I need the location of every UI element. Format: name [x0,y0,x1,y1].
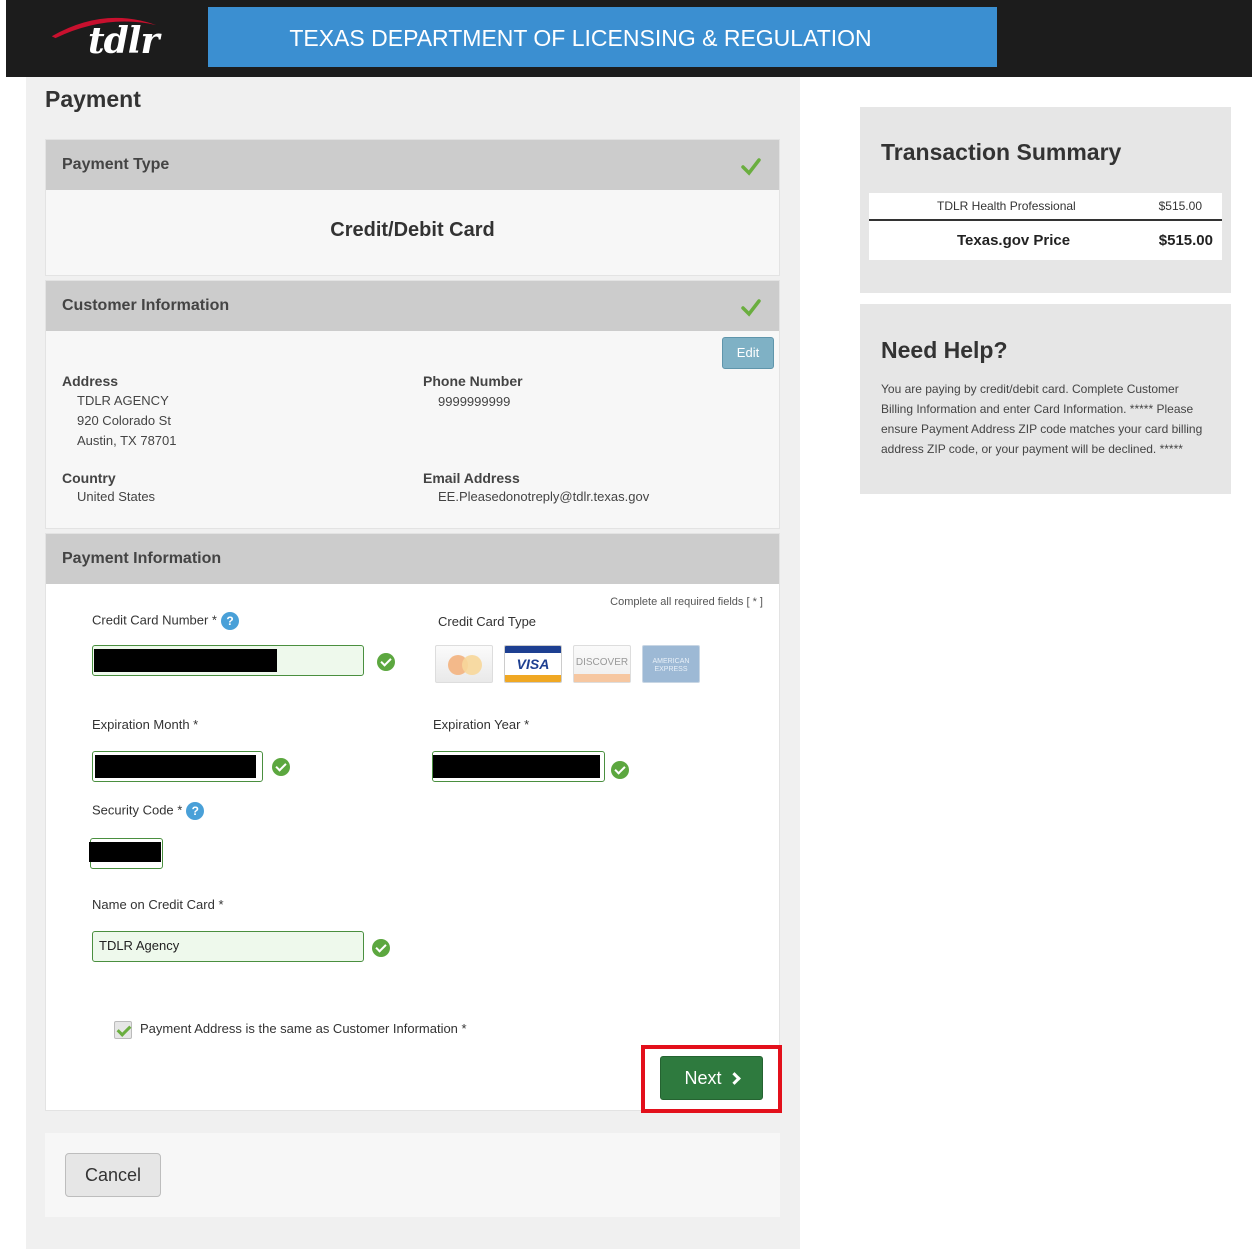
mastercard-icon[interactable] [435,645,493,683]
banner-title: TEXAS DEPARTMENT OF LICENSING & REGULATI… [289,25,872,51]
help-icon[interactable]: ? [186,802,205,820]
address-line: Austin, TX 78701 [77,433,177,448]
required-fields-note: Complete all required fields [ * ] [610,596,763,608]
tdlr-logo[interactable]: tdlr [51,14,188,66]
need-help-text: You are paying by credit/debit card. Com… [881,382,1203,456]
address-line: 920 Colorado St [77,413,171,428]
edit-button[interactable]: Edit [722,337,774,369]
transaction-summary-title: Transaction Summary [881,139,1122,165]
check-icon [741,299,761,317]
amex-icon[interactable]: AMERICAN EXPRESS [642,645,700,683]
line-item-amount: $515.00 [1158,199,1202,213]
summary-line-item: TDLR Health Professional $515.00 [869,193,1222,221]
email-label: Email Address [423,470,520,486]
exp-month-select[interactable] [92,751,263,782]
cancel-button[interactable]: Cancel [65,1153,161,1197]
exp-year-select[interactable] [432,751,605,782]
redacted-value [433,755,600,778]
summary-table: TDLR Health Professional $515.00 Texas.g… [869,193,1222,260]
payment-info-header[interactable]: Payment Information [46,534,779,584]
name-on-card-input[interactable]: TDLR Agency [92,931,364,962]
page-title: Payment [45,86,141,112]
payment-info-panel: Payment Information Complete all require… [45,533,780,1111]
valid-check-icon [272,758,290,776]
card-number-label: Credit Card Number *? [92,612,239,630]
country-label: Country [62,470,116,486]
country-value: United States [77,489,156,504]
logo-text: tdlr [88,20,159,62]
card-number-label-text: Credit Card Number * [92,612,217,628]
redacted-value [89,842,161,862]
name-on-card-value: TDLR Agency [99,938,180,953]
agency-banner: TEXAS DEPARTMENT OF LICENSING & REGULATI… [208,7,997,67]
customer-info-panel: Customer Information Edit Address TDLR A… [45,280,780,529]
valid-check-icon [372,939,390,957]
need-help-title: Need Help? [881,337,1008,363]
customer-info-heading: Customer Information [62,297,230,314]
valid-check-icon [611,761,629,779]
redacted-value [94,649,277,672]
payment-type-header[interactable]: Payment Type [46,140,779,190]
name-on-card-label: Name on Credit Card * [92,897,224,912]
address-line: TDLR AGENCY [77,393,169,408]
email-value: EE.Pleasedonotreply@tdlr.texas.gov [438,489,650,504]
security-code-input[interactable] [89,838,163,869]
payment-type-heading: Payment Type [62,156,170,173]
transaction-summary-panel: Transaction Summary TDLR Health Professi… [860,107,1231,293]
security-code-label: Security Code *? [92,802,205,820]
top-header: tdlr TEXAS DEPARTMENT OF LICENSING & REG… [6,0,1252,77]
amex-text: AMERICAN EXPRESS [652,658,690,673]
address-label: Address [62,373,119,389]
valid-check-icon [377,653,395,671]
need-help-panel: Need Help? You are paying by credit/debi… [860,304,1231,494]
visa-text: VISA [516,656,550,672]
security-code-label-text: Security Code * [92,802,183,818]
exp-month-label: Expiration Month * [92,717,199,732]
help-icon[interactable]: ? [221,612,239,630]
card-type-label: Credit Card Type [438,614,537,629]
total-label: Texas.gov Price [957,232,1071,249]
visa-icon[interactable]: VISA [504,645,562,683]
payment-type-panel: Payment Type Credit/Debit Card [45,139,780,276]
discover-text: DISCOVER [575,657,629,668]
redacted-value [95,755,256,778]
total-amount: $515.00 [1158,232,1213,249]
card-number-input[interactable] [92,645,364,676]
next-button-label: Next [684,1068,722,1088]
exp-year-label: Expiration Year * [433,717,530,732]
phone-label: Phone Number [423,373,523,389]
payment-info-heading: Payment Information [62,550,222,567]
check-icon [741,158,761,176]
same-address-label[interactable]: Payment Address is the same as Customer … [140,1021,467,1036]
checkbox-checked-icon[interactable] [114,1021,132,1039]
chevron-right-icon [727,1072,741,1085]
customer-info-header[interactable]: Customer Information [46,281,779,331]
discover-icon[interactable]: DISCOVER [573,645,631,683]
next-button[interactable]: Next [660,1056,763,1100]
line-item-description: TDLR Health Professional [937,199,1076,213]
phone-value: 9999999999 [438,394,511,409]
selected-payment-type: Credit/Debit Card [330,219,495,241]
